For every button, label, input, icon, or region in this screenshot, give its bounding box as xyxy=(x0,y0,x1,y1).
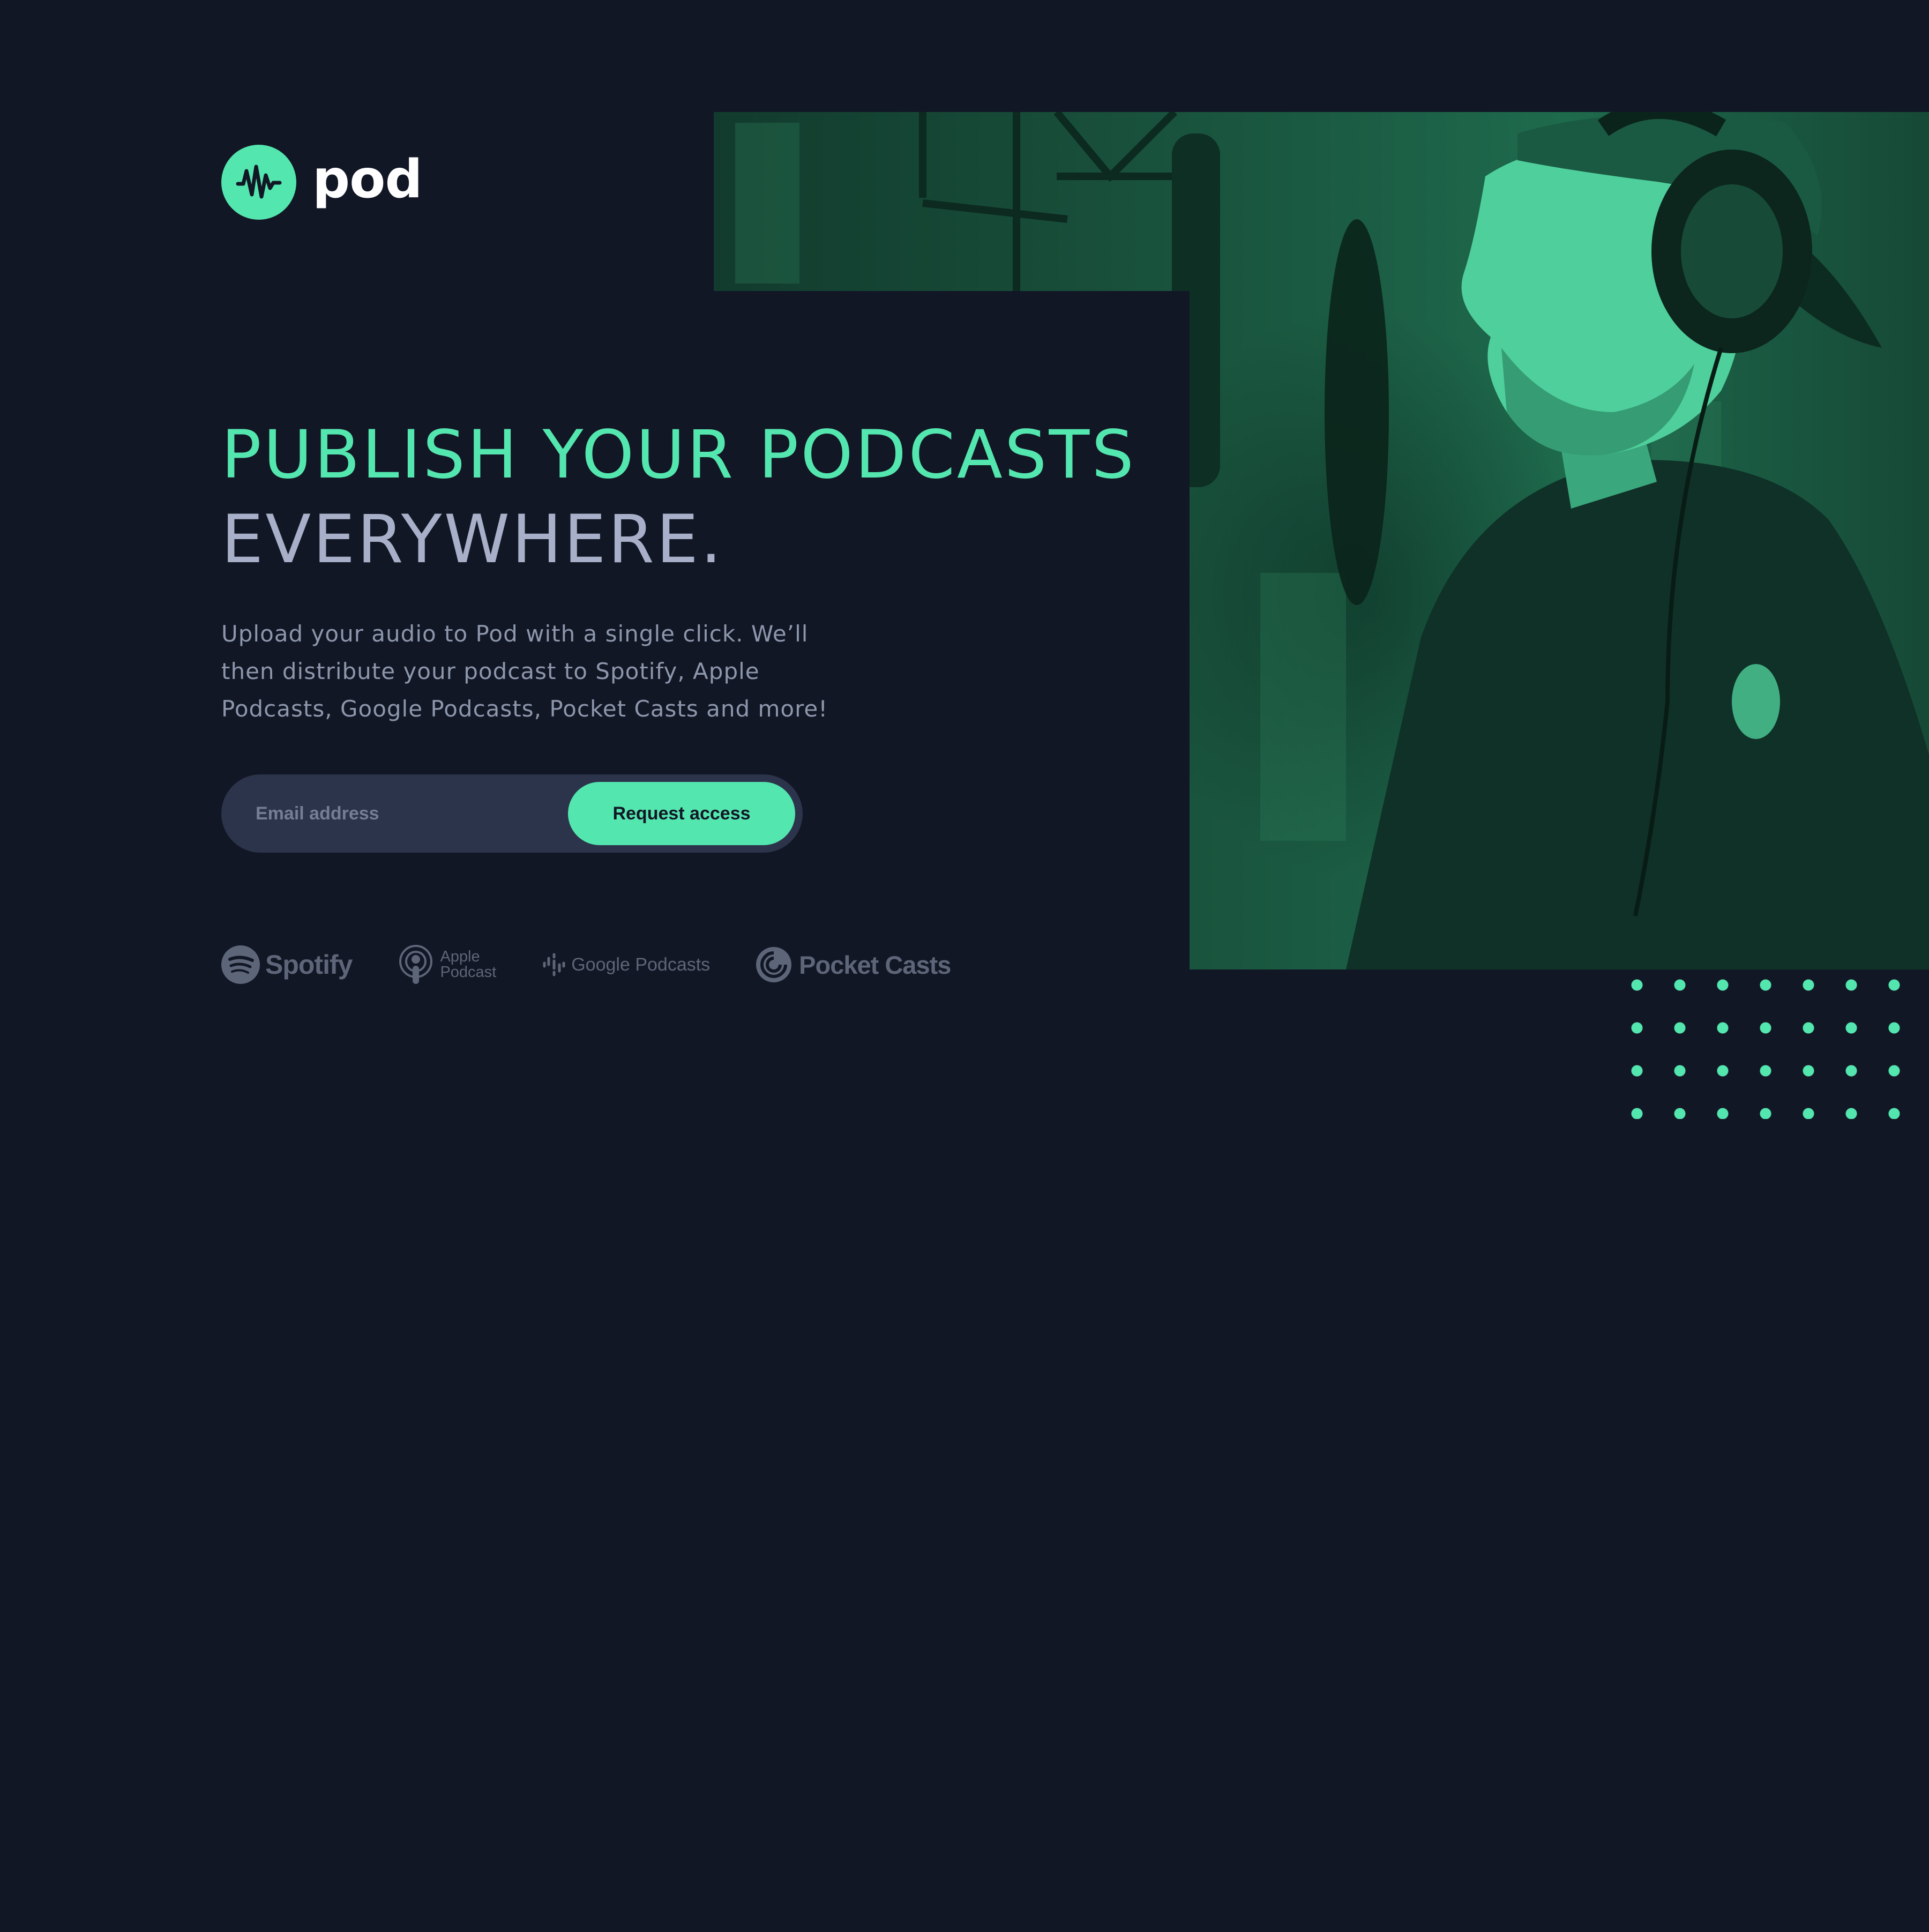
apple-podcasts-label: Apple Podcast xyxy=(440,949,496,980)
apple-label-line1: Apple xyxy=(440,948,480,965)
headline-plain: EVERYWHERE. xyxy=(221,501,724,578)
email-input[interactable] xyxy=(221,774,564,853)
headphone-cup-inner xyxy=(1681,184,1783,318)
spotify-label: Spotify xyxy=(265,950,353,980)
tshirt xyxy=(1346,460,1929,969)
pocket-casts-label: Pocket Casts xyxy=(799,950,951,979)
waveform-icon xyxy=(221,145,296,220)
headline-accent: PUBLISH YOUR PODCASTS xyxy=(221,416,1136,494)
pocket-casts-icon xyxy=(756,947,792,982)
request-access-button[interactable]: Request access xyxy=(568,782,795,845)
headline: PUBLISH YOUR PODCASTS EVERYWHERE. xyxy=(221,413,1136,582)
spotify-icon xyxy=(221,945,260,984)
dot-pattern xyxy=(1616,964,1929,1119)
platform-spotify: Spotify xyxy=(221,945,353,984)
description: Upload your audio to Pod with a single c… xyxy=(221,621,828,722)
google-podcasts-label: Google Podcasts xyxy=(571,954,711,975)
platform-pocket-casts: Pocket Casts xyxy=(756,947,951,982)
apple-podcasts-icon xyxy=(398,944,433,985)
platform-logos: Spotify Apple Podcast Google Podcasts Po… xyxy=(221,944,951,985)
signup-form: Request access xyxy=(221,774,803,853)
platform-google-podcasts: Google Podcasts xyxy=(542,953,710,976)
mic-stand xyxy=(919,112,1177,305)
logo-text: pod xyxy=(312,149,423,210)
google-podcasts-icon xyxy=(542,953,566,976)
platform-apple-podcasts: Apple Podcast xyxy=(398,944,496,985)
logo[interactable]: pod xyxy=(221,145,423,220)
pop-filter xyxy=(1325,219,1389,605)
apple-label-line2: Podcast xyxy=(440,964,497,981)
shirt-badge xyxy=(1732,664,1780,739)
